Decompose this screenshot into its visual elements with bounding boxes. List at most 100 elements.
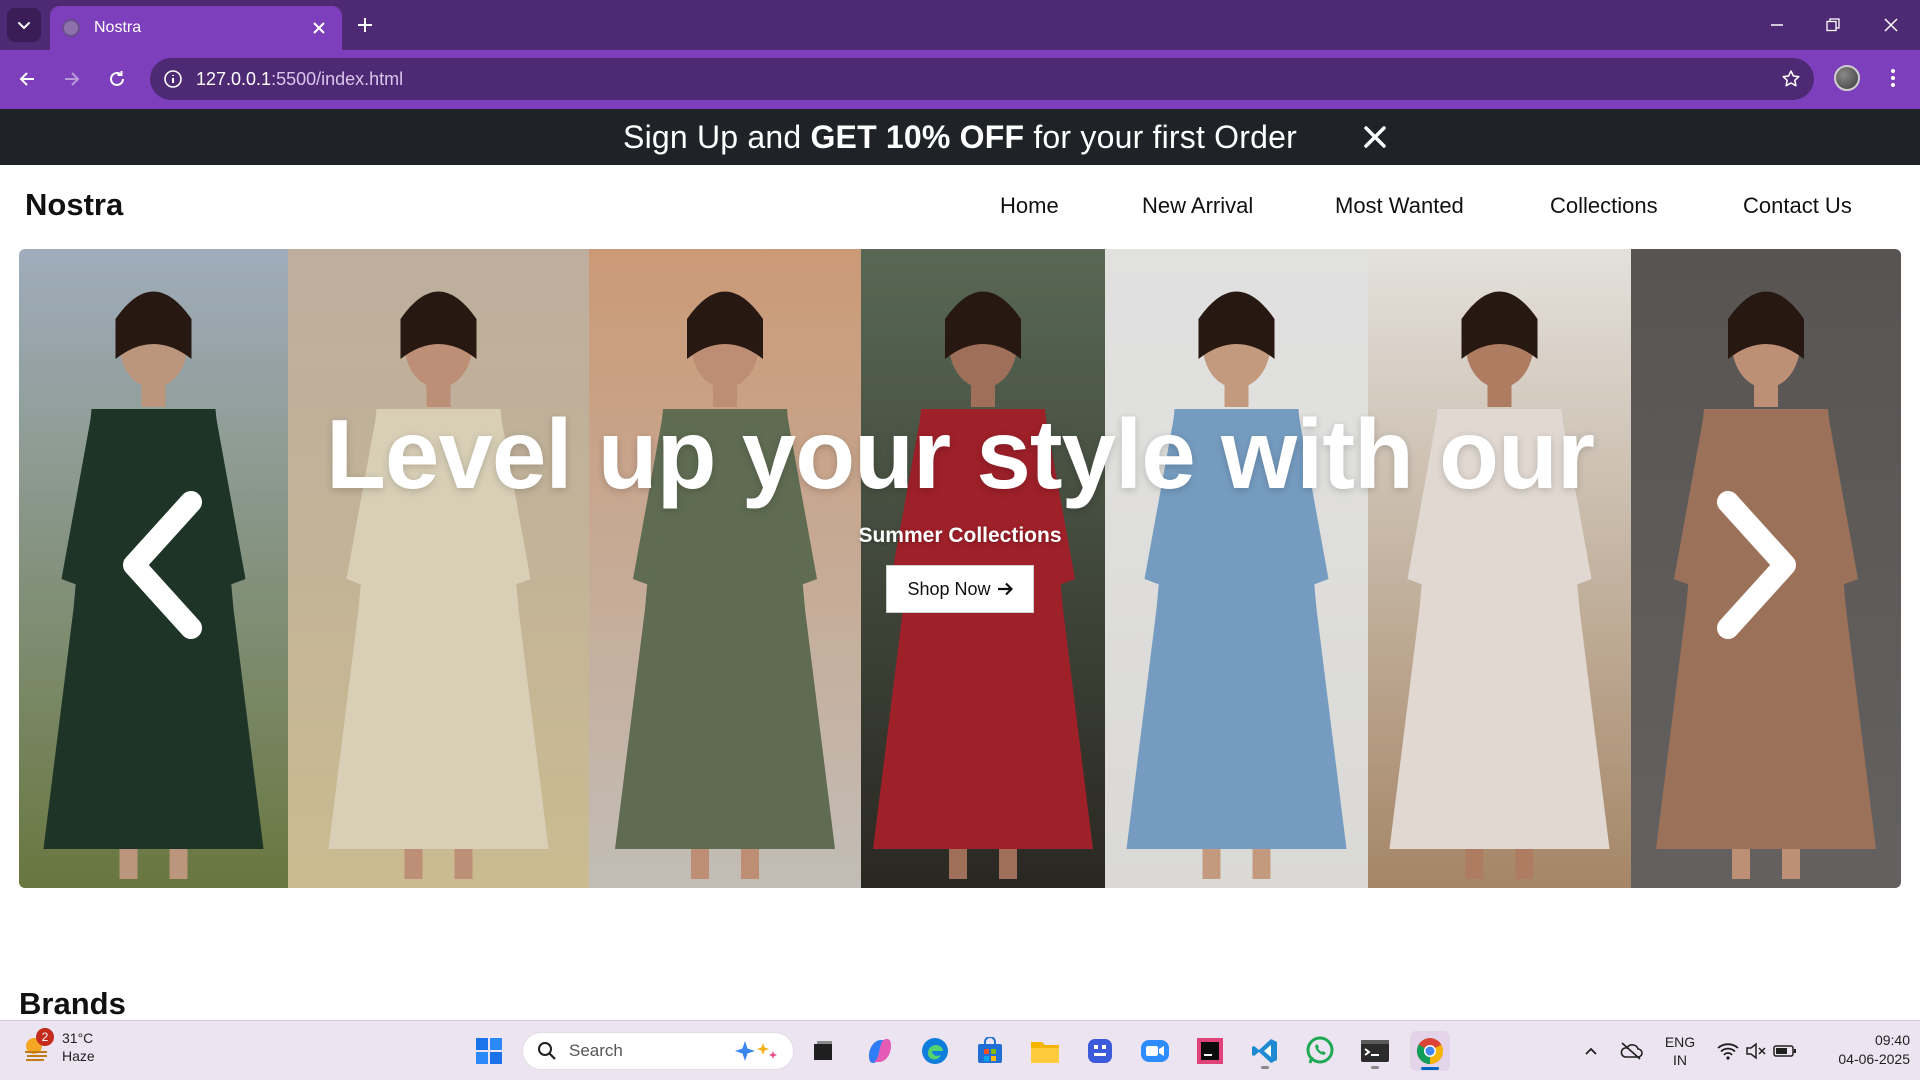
taskbar-search[interactable]: Search (522, 1032, 794, 1070)
nav-contact-us[interactable]: Contact Us (1743, 193, 1852, 219)
terminal-button[interactable] (1355, 1031, 1395, 1071)
restore-button[interactable] (1813, 8, 1853, 42)
task-view-icon (814, 1041, 832, 1060)
site-logo[interactable]: Nostra (25, 187, 123, 223)
windows-logo-icon (476, 1038, 502, 1064)
browser-tabbar: Nostra (0, 0, 1920, 50)
quick-settings-button[interactable] (1712, 1031, 1802, 1071)
hero-title: Level up your style with our (325, 399, 1595, 509)
task-view-button[interactable] (803, 1031, 843, 1071)
battery-icon (1773, 1045, 1796, 1057)
close-icon (1364, 126, 1386, 148)
zoom-button[interactable] (1135, 1031, 1175, 1071)
copilot-icon (869, 1039, 891, 1063)
running-indicator (1371, 1066, 1379, 1069)
promo-text: Sign Up and GET 10% OFF for your first O… (623, 119, 1297, 156)
nav-home[interactable]: Home (1000, 193, 1059, 219)
taskbar-clock[interactable]: 09:40 04-06-2025 (1810, 1031, 1910, 1069)
language-region: IN (1673, 1052, 1687, 1068)
carousel-prev-button[interactable] (111, 490, 211, 640)
wifi-icon (1717, 1043, 1739, 1060)
back-button[interactable] (10, 62, 44, 96)
chevron-down-icon (18, 22, 30, 30)
edge-browser-button[interactable] (915, 1031, 955, 1071)
chrome-button[interactable] (1410, 1031, 1450, 1071)
close-icon (1884, 18, 1898, 32)
clock-date: 04-06-2025 (1838, 1051, 1910, 1067)
windows-taskbar: 2 31°C Haze Search ENG IN 09:40 04-06-20… (0, 1020, 1920, 1080)
promo-close-button[interactable] (1358, 120, 1392, 154)
reload-button[interactable] (100, 62, 134, 96)
weather-description: Haze (62, 1048, 95, 1064)
hero-carousel: Level up your style with our Summer Coll… (19, 249, 1901, 888)
nav-collections[interactable]: Collections (1550, 193, 1658, 219)
folder-icon (1031, 1042, 1059, 1063)
start-button[interactable] (469, 1031, 509, 1071)
clock-time: 09:40 (1874, 1032, 1910, 1048)
promo-banner: Sign Up and GET 10% OFF for your first O… (0, 109, 1920, 165)
address-bar[interactable]: 127.0.0.1:5500/index.html (150, 58, 1814, 100)
language-code: ENG (1664, 1034, 1696, 1050)
language-indicator[interactable]: ENG IN (1658, 1033, 1702, 1069)
vscode-icon (1252, 1039, 1277, 1063)
chevron-right-icon (1717, 491, 1796, 639)
file-explorer-button[interactable] (1025, 1031, 1065, 1071)
arrow-right-icon (65, 72, 80, 86)
tab-search-button[interactable] (7, 8, 41, 42)
new-tab-button[interactable] (350, 10, 380, 40)
tab-close-button[interactable] (308, 17, 330, 39)
vscode-button[interactable] (1245, 1031, 1285, 1071)
microsoft-store-button[interactable] (970, 1031, 1010, 1071)
arrow-left-icon (19, 72, 34, 86)
globe-icon (62, 19, 80, 37)
minimize-button[interactable] (1757, 8, 1797, 42)
show-hidden-icons-button[interactable] (1573, 1031, 1609, 1071)
running-indicator (1261, 1066, 1269, 1069)
promo-suffix: for your first Order (1024, 118, 1297, 155)
copilot-button[interactable] (860, 1031, 900, 1071)
url-text[interactable]: 127.0.0.1:5500/index.html (196, 69, 1768, 90)
zoom-icon (1141, 1040, 1169, 1062)
teams-chat-button[interactable] (1080, 1031, 1120, 1071)
sparkle-icon (735, 1041, 777, 1061)
chrome-icon (1416, 1038, 1444, 1065)
browser-menu-button[interactable] (1880, 62, 1906, 94)
search-icon (538, 1042, 556, 1060)
weather-temperature: 31°C (62, 1030, 94, 1046)
promo-highlight: GET 10% OFF (810, 118, 1025, 155)
taskbar-search-label: Search (569, 1041, 623, 1060)
close-window-button[interactable] (1871, 8, 1911, 42)
tab-nostra[interactable]: Nostra (50, 6, 342, 50)
terminal-icon (1361, 1040, 1389, 1062)
store-icon (978, 1037, 1002, 1063)
arrow-right-icon (997, 582, 1013, 596)
site-info-icon[interactable] (150, 58, 196, 100)
shop-now-button[interactable]: Shop Now (886, 565, 1034, 613)
cloud-off-icon (1620, 1042, 1643, 1060)
star-icon (1782, 70, 1800, 87)
profile-avatar[interactable] (1834, 65, 1860, 91)
reload-icon (110, 71, 124, 86)
browser-toolbar: 127.0.0.1:5500/index.html (0, 50, 1920, 109)
bookmark-star-button[interactable] (1768, 58, 1814, 100)
url-path: :5500/index.html (271, 68, 404, 89)
weather-haze-icon: 2 (22, 1028, 54, 1062)
hero-subtitle: Summer Collections (858, 524, 1062, 547)
weather-widget[interactable]: 2 31°C Haze (22, 1028, 95, 1065)
whatsapp-button[interactable] (1300, 1031, 1340, 1071)
restore-icon (1826, 18, 1840, 32)
whatsapp-icon (1306, 1036, 1334, 1064)
carousel-next-button[interactable] (1708, 490, 1808, 640)
brands-heading: Brands (19, 986, 126, 1021)
nav-new-arrival[interactable]: New Arrival (1142, 193, 1253, 219)
minimize-icon (1771, 24, 1783, 26)
nav-most-wanted[interactable]: Most Wanted (1335, 193, 1464, 219)
chat-icon (1088, 1039, 1112, 1063)
forward-button[interactable] (55, 62, 89, 96)
close-icon (313, 22, 325, 34)
onedrive-offline-button[interactable] (1613, 1031, 1649, 1071)
jetbrains-button[interactable] (1190, 1031, 1230, 1071)
more-vertical-icon (1891, 69, 1895, 87)
chevron-left-icon (123, 491, 202, 639)
plus-icon (358, 18, 372, 32)
